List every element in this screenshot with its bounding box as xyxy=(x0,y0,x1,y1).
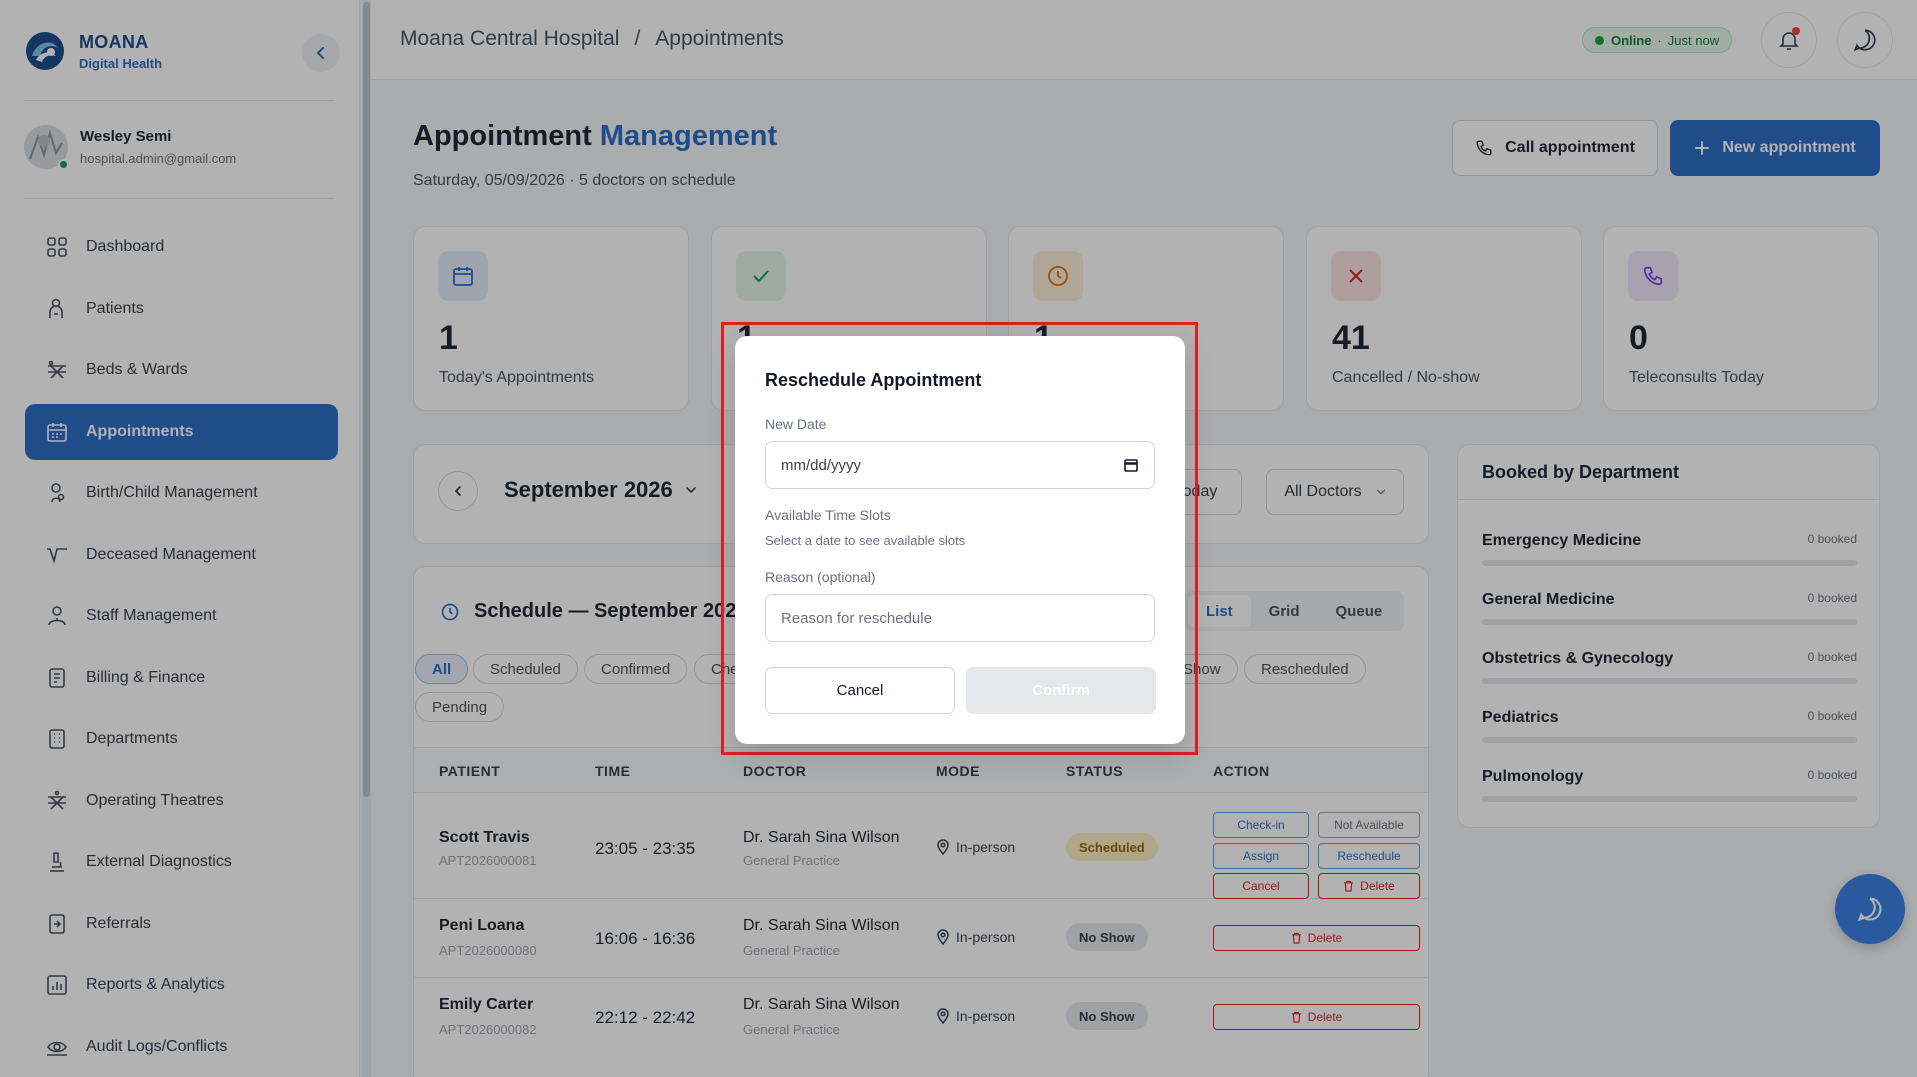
reason-label: Reason (optional) xyxy=(765,569,876,585)
modal-confirm-button[interactable]: Confirm xyxy=(966,667,1156,714)
modal-title: Reschedule Appointment xyxy=(765,370,982,390)
new-date-label: New Date xyxy=(765,416,827,432)
new-date-input[interactable]: mm/dd/yyyy xyxy=(765,441,1155,489)
time-slots-label: Available Time Slots xyxy=(765,507,891,523)
reason-placeholder: Reason for reschedule xyxy=(781,609,932,627)
date-input-value: mm/dd/yyyy xyxy=(781,456,862,474)
reason-input[interactable]: Reason for reschedule xyxy=(765,594,1155,642)
modal-cancel-button[interactable]: Cancel xyxy=(765,667,955,714)
reschedule-modal: Reschedule Appointment New Date mm/dd/yy… xyxy=(735,336,1185,744)
calendar-icon[interactable] xyxy=(1123,457,1139,473)
time-slots-hint: Select a date to see available slots xyxy=(765,533,966,548)
